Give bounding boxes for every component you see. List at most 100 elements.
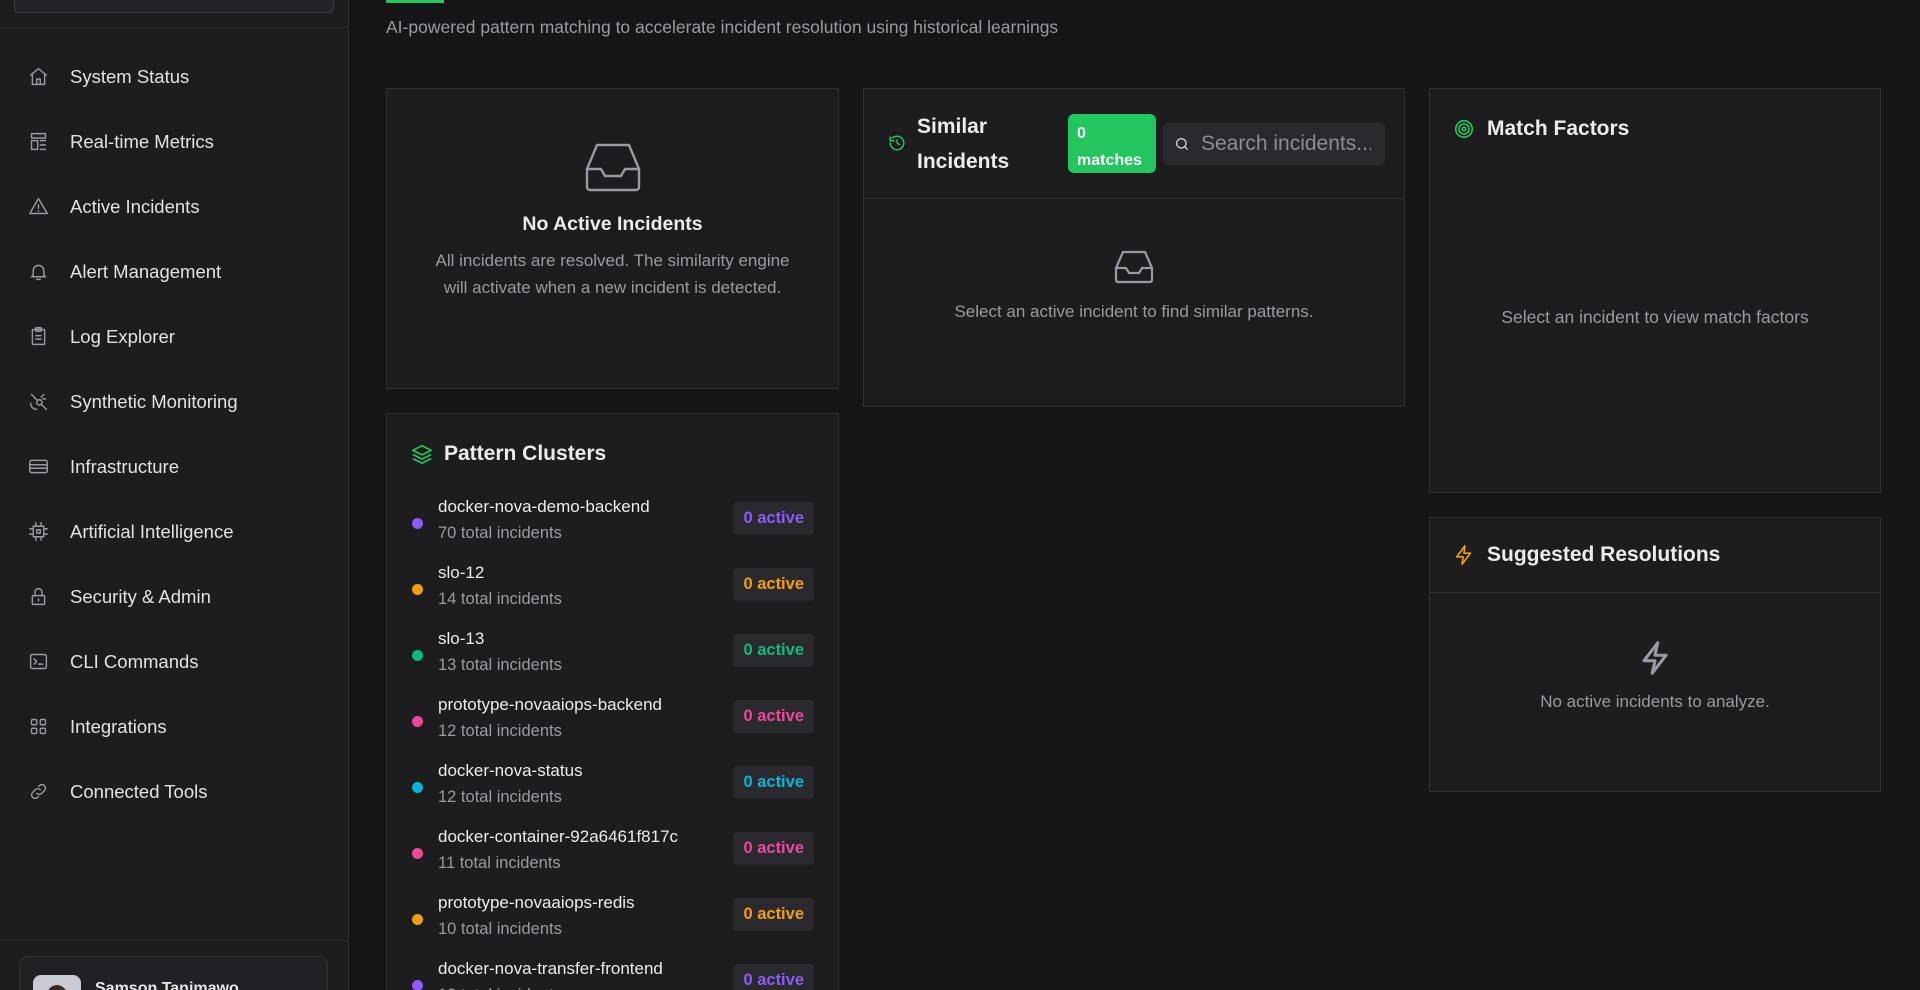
search-icon (1176, 138, 1188, 150)
bell-icon (27, 261, 49, 283)
cluster-name: slo-12 (438, 563, 485, 582)
sidebar-item-label: System Status (70, 65, 190, 87)
cluster-name: docker-nova-status (438, 761, 583, 780)
main-content: AI-powered pattern matching to accelerat… (350, 0, 1920, 990)
cluster-row[interactable]: prototype-novaaiops-redis 10 total incide… (387, 890, 838, 956)
cluster-name: docker-nova-demo-backend (438, 497, 650, 516)
sidebar-item-label: Infrastructure (70, 455, 179, 477)
cpu-icon (27, 521, 49, 543)
cluster-incident-count: 14 total incidents (438, 590, 562, 608)
layers-icon (412, 444, 432, 464)
cluster-row[interactable]: docker-nova-transfer-frontend 10 total in… (387, 956, 838, 990)
sidebar-item-security-admin[interactable]: Security & Admin (0, 564, 349, 629)
sidebar-item-label: Artificial Intelligence (70, 520, 234, 542)
cluster-incident-count: 12 total incidents (438, 722, 562, 740)
clipboard-icon (27, 326, 49, 348)
cluster-row[interactable]: slo-13 13 total incidents 0 active (387, 626, 838, 692)
cluster-name: slo-13 (438, 629, 485, 648)
lightning-icon (1638, 640, 1672, 676)
cluster-active-badge: 0 active (733, 634, 814, 667)
sidebar-item-label: CLI Commands (70, 650, 199, 672)
lock-icon (27, 586, 49, 608)
cluster-color-dot (412, 980, 423, 990)
sidebar-item-connected-tools[interactable]: Connected Tools (0, 759, 349, 824)
suggested-resolutions-header: Suggested Resolutions (1430, 518, 1880, 593)
cluster-name: prototype-novaaiops-redis (438, 893, 635, 912)
sidebar-item-label: Synthetic Monitoring (70, 390, 238, 412)
cluster-active-badge: 0 active (733, 700, 814, 733)
sidebar-item-cli-commands[interactable]: CLI Commands (0, 629, 349, 694)
cluster-active-badge: 0 active (733, 766, 814, 799)
inbox-icon (583, 141, 643, 193)
cluster-active-badge: 0 active (733, 898, 814, 931)
inbox-icon (1113, 249, 1155, 285)
cluster-row[interactable]: prototype-novaaiops-backend 12 total inci… (387, 692, 838, 758)
pattern-clusters-title: Pattern Clusters (444, 442, 607, 465)
cluster-color-dot (412, 848, 423, 859)
sidebar-nav: System Status Real-time Metrics Active I… (0, 44, 349, 824)
cluster-incident-count: 10 total incidents (438, 920, 562, 938)
sidebar-divider (0, 27, 349, 28)
sidebar-item-active-incidents[interactable]: Active Incidents (0, 174, 349, 239)
alert-triangle-icon (27, 196, 49, 218)
sidebar-item-artificial-intelligence[interactable]: Artificial Intelligence (0, 499, 349, 564)
sidebar-item-integrations[interactable]: Integrations (0, 694, 349, 759)
target-icon (1454, 119, 1474, 139)
cluster-name: prototype-novaaiops-backend (438, 695, 662, 714)
matches-count: 0 (1077, 125, 1086, 142)
sidebar-item-label: Log Explorer (70, 325, 175, 347)
cluster-name: docker-nova-transfer-frontend (438, 959, 663, 978)
similar-incidents-empty: Select an active incident to find simila… (864, 249, 1404, 322)
empty-state-title: No Active Incidents (522, 213, 703, 235)
home-icon (27, 66, 49, 88)
cluster-color-dot (412, 518, 423, 529)
cluster-row[interactable]: docker-container-92a6461f817c 11 total in… (387, 824, 838, 890)
layout-icon (27, 131, 49, 153)
sidebar-item-synthetic-monitoring[interactable]: Synthetic Monitoring (0, 369, 349, 434)
cluster-color-dot (412, 716, 423, 727)
sidebar-item-infrastructure[interactable]: Infrastructure (0, 434, 349, 499)
lightning-icon (1455, 545, 1472, 565)
match-factors-header: Match Factors (1430, 89, 1880, 141)
grid-icon (27, 716, 49, 738)
sidebar-item-label: Connected Tools (70, 780, 208, 802)
matches-label: matches (1077, 152, 1142, 169)
empty-state-description: All incidents are resolved. The similari… (435, 251, 790, 297)
server-icon (27, 456, 49, 478)
sidebar-item-alert-management[interactable]: Alert Management (0, 239, 349, 304)
title-accent-bar (386, 0, 444, 3)
cluster-list: docker-nova-demo-backend 70 total inciden… (387, 494, 838, 990)
suggested-resolutions-title: Suggested Resolutions (1487, 543, 1721, 566)
satellite-icon (27, 391, 49, 413)
cluster-color-dot (412, 584, 423, 595)
cluster-incident-count: 11 total incidents (438, 854, 561, 872)
sidebar-item-label: Real-time Metrics (70, 130, 214, 152)
pattern-clusters-header: Pattern Clusters (387, 414, 838, 466)
sidebar-item-log-explorer[interactable]: Log Explorer (0, 304, 349, 369)
cluster-active-badge: 0 active (733, 964, 814, 990)
sidebar-item-label: Alert Management (70, 260, 222, 282)
history-icon (888, 134, 906, 152)
cluster-row[interactable]: docker-nova-demo-backend 70 total inciden… (387, 494, 838, 560)
cluster-name: docker-container-92a6461f817c (438, 827, 679, 846)
cluster-incident-count: 13 total incidents (438, 656, 562, 674)
cluster-incident-count: 12 total incidents (438, 788, 562, 806)
cluster-row[interactable]: slo-12 14 total incidents 0 active (387, 560, 838, 626)
cluster-row[interactable]: docker-nova-status 12 total incidents 0 ac… (387, 758, 838, 824)
user-profile-card[interactable]: Samson Tanimawo (19, 956, 328, 990)
sidebar-item-label: Integrations (70, 715, 167, 737)
pattern-clusters-card: Pattern Clusters docker-nova-demo-backen… (386, 413, 839, 990)
sidebar-search-input[interactable] (14, 0, 334, 13)
match-factors-empty-message: Select an incident to view match factors (1501, 307, 1809, 327)
sidebar-item-real-time-metrics[interactable]: Real-time Metrics (0, 109, 349, 174)
sidebar-item-label: Active Incidents (70, 195, 200, 217)
match-factors-title: Match Factors (1487, 117, 1630, 140)
cluster-active-badge: 0 active (733, 832, 814, 865)
suggested-resolutions-card: Suggested Resolutions No active incident… (1429, 517, 1881, 792)
user-name: Samson Tanimawo (95, 980, 239, 990)
incident-search-box[interactable] (1163, 123, 1385, 165)
similar-incidents-header: Similar Incidents 0 matches (864, 89, 1404, 199)
incident-search-input[interactable] (1201, 132, 1371, 156)
sidebar-item-system-status[interactable]: System Status (0, 44, 349, 109)
match-factors-card: Match Factors Select an incident to view… (1429, 88, 1881, 493)
